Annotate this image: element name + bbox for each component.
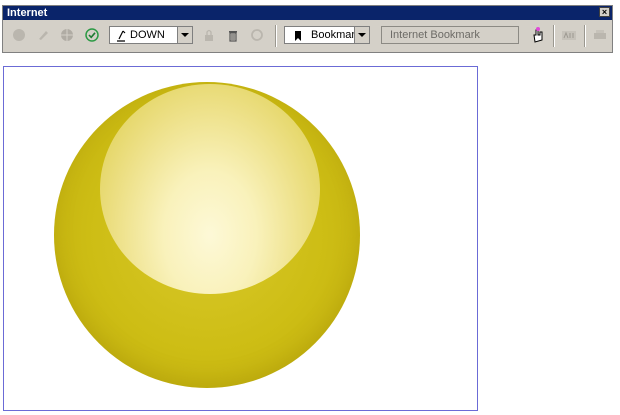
trash-icon: [229, 31, 237, 42]
refresh-button[interactable]: [248, 26, 266, 44]
bookmark-combobox[interactable]: Bookmark: [284, 26, 370, 44]
text-icon: [562, 31, 576, 40]
download-combobox[interactable]: DOWN: [109, 26, 193, 44]
refresh-icon: [251, 29, 263, 41]
hand-tool-button[interactable]: [529, 26, 547, 44]
globe-button[interactable]: [58, 26, 76, 44]
toolbar-buttons: DOWN Bookmark Internet Bookmark: [3, 20, 612, 52]
bookmark-combo-arrow[interactable]: [354, 27, 369, 43]
close-icon: ×: [601, 7, 608, 17]
toolbar-separator: [275, 25, 277, 47]
toolbar-separator: [553, 25, 555, 47]
toolbar-title: Internet: [7, 7, 48, 19]
download-combo-arrow[interactable]: [177, 27, 192, 43]
globe-icon: [61, 29, 73, 41]
check-icon: [85, 28, 99, 42]
print-icon: [594, 30, 606, 39]
chevron-down-icon: [358, 33, 366, 37]
back-button[interactable]: [10, 26, 28, 44]
toolbar-titlebar: Internet ×: [3, 6, 612, 20]
internet-toolbar-window: Internet × DOWN Bookmark Internet Bookma…: [2, 5, 613, 53]
edit-icon: [39, 31, 48, 40]
check-button[interactable]: [83, 26, 101, 44]
chevron-down-icon: [181, 33, 189, 37]
glossy-sphere: [54, 82, 360, 388]
internet-bookmark-field[interactable]: Internet Bookmark: [381, 26, 519, 44]
text-button[interactable]: [560, 26, 578, 44]
delete-button[interactable]: [224, 26, 242, 44]
print-button[interactable]: [591, 26, 609, 44]
edit-button[interactable]: [34, 26, 52, 44]
lock-icon: [205, 29, 213, 41]
download-icon: [117, 30, 126, 42]
back-icon: [13, 29, 25, 41]
close-button[interactable]: ×: [599, 7, 610, 17]
lock-button[interactable]: [200, 26, 218, 44]
drawing-canvas[interactable]: [3, 66, 478, 411]
toolbar-separator: [584, 25, 586, 47]
hand-icon: [533, 27, 543, 43]
bookmark-icon: [295, 31, 301, 41]
sphere-highlight: [100, 84, 320, 294]
